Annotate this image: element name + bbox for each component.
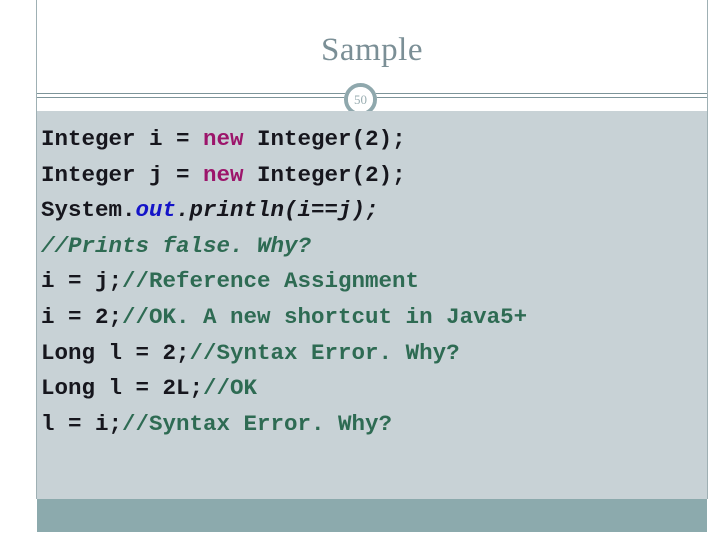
- code-line: Long l = 2L;//OK: [37, 371, 707, 407]
- footer-bar: [37, 499, 707, 532]
- code-token-plain: Long l = 2L;: [41, 375, 204, 402]
- content-frame-right-rule: [707, 0, 708, 499]
- code-block: Integer i = new Integer(2); Integer j = n…: [37, 111, 707, 499]
- code-line: i = j;//Reference Assignment: [37, 264, 707, 300]
- code-line: System.out.println(i==j);: [37, 193, 707, 229]
- slide: Sample 50 Integer i = new Integer(2); Int…: [0, 0, 720, 540]
- code-token-comment: //OK: [203, 375, 258, 402]
- code-token-comment: //Reference Assignment: [122, 268, 420, 295]
- code-line: //Prints false. Why?: [37, 229, 707, 265]
- code-token-comment-italic: //Prints false. Why?: [41, 232, 312, 259]
- code-token-plain: Long l = 2;: [41, 339, 190, 366]
- code-token-plain: l = i;: [41, 410, 123, 437]
- code-token-keyword: new: [203, 161, 244, 188]
- code-token-comment: //Syntax Error. Why?: [122, 410, 393, 437]
- code-token-italic: .println(i==j);: [176, 197, 379, 224]
- code-line: Integer j = new Integer(2);: [37, 158, 707, 194]
- code-token-field: out: [135, 197, 177, 224]
- slide-header: Sample: [37, 0, 707, 100]
- code-token-plain: Integer i =: [41, 126, 204, 152]
- code-line: Integer i = new Integer(2);: [37, 122, 707, 158]
- code-token-comment: //OK. A new shortcut in Java5+: [122, 303, 528, 330]
- code-token-plain: System.: [41, 197, 136, 224]
- badge-inner-circle: 50: [348, 87, 373, 112]
- page-title: Sample: [321, 32, 423, 68]
- code-token-plain: i = 2;: [41, 303, 123, 330]
- code-token-plain: Integer(2);: [243, 161, 406, 188]
- code-line: Long l = 2;//Syntax Error. Why?: [37, 336, 707, 372]
- code-token-plain: i = j;: [41, 268, 123, 295]
- code-token-keyword: new: [203, 126, 244, 152]
- code-token-comment: //Syntax Error. Why?: [189, 339, 460, 366]
- code-line: i = 2;//OK. A new shortcut in Java5+: [37, 300, 707, 336]
- code-token-plain: Integer(2);: [243, 126, 406, 152]
- code-token-plain: Integer j =: [41, 161, 204, 188]
- slide-number-label: 50: [354, 92, 367, 107]
- code-line: l = i;//Syntax Error. Why?: [37, 407, 707, 443]
